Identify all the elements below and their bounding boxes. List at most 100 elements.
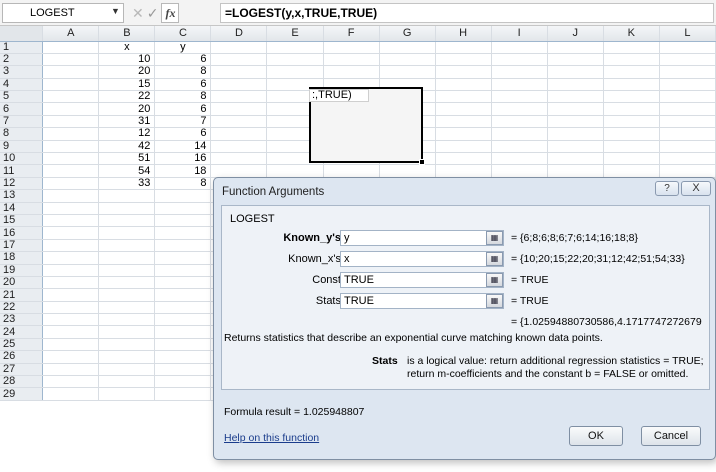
cell-a16[interactable]	[42, 226, 100, 240]
row-header[interactable]: 3	[0, 65, 44, 79]
cell-c26[interactable]	[154, 350, 212, 364]
row-header[interactable]: 23	[0, 313, 44, 327]
cell-b7[interactable]: 31	[98, 115, 156, 129]
cell-c14[interactable]	[154, 202, 212, 215]
cell-a1[interactable]	[42, 41, 100, 54]
cell-h2[interactable]	[435, 53, 492, 67]
cell-c29[interactable]	[154, 387, 212, 401]
cell-k6[interactable]	[603, 102, 660, 116]
cell-c28[interactable]	[154, 375, 212, 389]
cell-i8[interactable]	[491, 127, 548, 141]
cell-e1[interactable]	[266, 41, 324, 54]
row-header[interactable]: 17	[0, 239, 44, 253]
name-box[interactable]: LOGEST	[2, 3, 124, 23]
row-header[interactable]: 27	[0, 363, 44, 377]
cell-b11[interactable]: 54	[98, 164, 156, 178]
formula-input[interactable]: =LOGEST(y,x,TRUE,TRUE)	[220, 3, 714, 23]
close-icon[interactable]: X	[681, 181, 711, 196]
row-header[interactable]: 12	[0, 177, 44, 191]
arg-input-known-xs[interactable]: x	[340, 251, 504, 267]
cell-h1[interactable]	[435, 41, 492, 54]
cell-d5[interactable]	[210, 90, 268, 104]
cell-g11[interactable]	[379, 164, 436, 178]
column-header-h[interactable]: H	[435, 26, 492, 42]
cell-k9[interactable]	[603, 140, 660, 154]
cell-g1[interactable]	[379, 41, 436, 54]
select-all-corner[interactable]	[0, 26, 44, 42]
cell-b12[interactable]: 33	[98, 177, 156, 191]
cell-b24[interactable]	[98, 325, 156, 339]
cell-j6[interactable]	[547, 102, 604, 116]
cell-b26[interactable]	[98, 350, 156, 364]
row-header[interactable]: 16	[0, 226, 44, 240]
cell-c5[interactable]: 8	[154, 90, 212, 104]
cell-c1[interactable]: y	[154, 41, 212, 54]
row-header[interactable]: 15	[0, 214, 44, 228]
cell-d7[interactable]	[210, 115, 268, 129]
column-header-a[interactable]: A	[42, 26, 100, 42]
cell-a26[interactable]	[42, 350, 100, 364]
cell-f1[interactable]	[323, 41, 380, 54]
cell-d10[interactable]	[210, 152, 268, 166]
row-header[interactable]: 7	[0, 115, 44, 129]
range-picker-icon[interactable]: ▦	[486, 294, 503, 308]
cell-a10[interactable]	[42, 152, 100, 166]
cell-h7[interactable]	[435, 115, 492, 129]
cell-c27[interactable]	[154, 363, 212, 377]
cell-b16[interactable]	[98, 226, 156, 240]
column-header-e[interactable]: E	[266, 26, 324, 42]
cell-k11[interactable]	[603, 164, 660, 178]
cell-d2[interactable]	[210, 53, 268, 67]
cell-a9[interactable]	[42, 140, 100, 154]
cell-a14[interactable]	[42, 202, 100, 215]
column-header-b[interactable]: B	[98, 26, 156, 42]
cell-b23[interactable]	[98, 313, 156, 327]
cell-a13[interactable]	[42, 189, 100, 203]
cell-a15[interactable]	[42, 214, 100, 228]
cell-a23[interactable]	[42, 313, 100, 327]
range-picker-icon[interactable]: ▦	[486, 231, 503, 245]
column-header-i[interactable]: I	[491, 26, 548, 42]
cell-a6[interactable]	[42, 102, 100, 116]
cell-l5[interactable]	[659, 90, 716, 104]
cell-j8[interactable]	[547, 127, 604, 141]
cell-j7[interactable]	[547, 115, 604, 129]
cell-d8[interactable]	[210, 127, 268, 141]
cell-b13[interactable]	[98, 189, 156, 203]
cell-i11[interactable]	[491, 164, 548, 178]
cell-i7[interactable]	[491, 115, 548, 129]
row-header[interactable]: 19	[0, 264, 44, 277]
cell-c25[interactable]	[154, 338, 212, 352]
cell-a29[interactable]	[42, 387, 100, 401]
cell-c7[interactable]: 7	[154, 115, 212, 129]
cell-c22[interactable]	[154, 301, 212, 315]
cell-a5[interactable]	[42, 90, 100, 104]
cell-a11[interactable]	[42, 164, 100, 178]
cell-l2[interactable]	[659, 53, 716, 67]
cell-a18[interactable]	[42, 251, 100, 265]
cell-g3[interactable]	[379, 65, 436, 79]
row-header[interactable]: 9	[0, 140, 44, 154]
row-header[interactable]: 10	[0, 152, 44, 166]
cell-i4[interactable]	[491, 78, 548, 92]
cell-a7[interactable]	[42, 115, 100, 129]
cell-l7[interactable]	[659, 115, 716, 129]
cell-a24[interactable]	[42, 325, 100, 339]
cell-c6[interactable]: 6	[154, 102, 212, 116]
cell-j3[interactable]	[547, 65, 604, 79]
cell-i6[interactable]	[491, 102, 548, 116]
active-cell-text[interactable]: :,TRUE)	[309, 89, 369, 102]
cell-a25[interactable]	[42, 338, 100, 352]
ok-button[interactable]: OK	[569, 426, 623, 446]
cell-c11[interactable]: 18	[154, 164, 212, 178]
cell-b19[interactable]	[98, 264, 156, 277]
cell-b28[interactable]	[98, 375, 156, 389]
cell-j4[interactable]	[547, 78, 604, 92]
column-header-g[interactable]: G	[379, 26, 436, 42]
cell-a8[interactable]	[42, 127, 100, 141]
cell-b5[interactable]: 22	[98, 90, 156, 104]
cell-b18[interactable]	[98, 251, 156, 265]
cell-c3[interactable]: 8	[154, 65, 212, 79]
arg-input-const[interactable]: TRUE	[340, 272, 504, 288]
cell-c10[interactable]: 16	[154, 152, 212, 166]
